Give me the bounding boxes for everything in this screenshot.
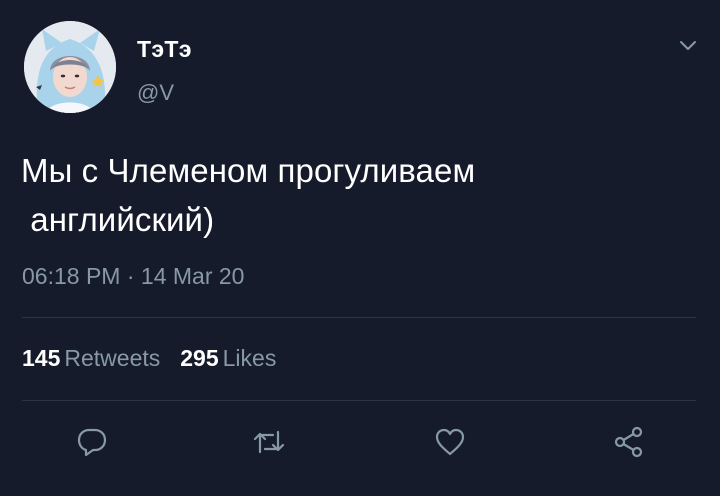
retweet-icon [253,430,285,454]
timestamp-separator: · [120,263,141,289]
tweet-timestamp[interactable]: 06:18 PM · 14 Mar 20 [22,263,244,290]
retweets-label: Retweets [64,345,161,371]
divider [22,317,696,318]
display-name[interactable]: ТэТэ [137,36,192,62]
reply-icon [77,428,107,457]
action-bar [0,422,720,462]
tweet-text-line: английский) [21,201,215,238]
reply-button[interactable] [72,422,112,462]
tweet-text: Мы с Члеменом прогуливаем английский) [21,146,681,244]
retweets-stat[interactable]: 145 Retweets [22,345,160,371]
likes-count: 295 [180,345,219,371]
tweet-stats: 145 Retweets 295 Likes [22,345,276,372]
user-handle[interactable]: @V [137,80,192,106]
tweet-text-line: Мы с Члеменом прогуливаем [21,152,476,189]
divider [22,400,696,401]
retweets-count: 145 [22,345,61,371]
tweet-date: 14 Mar 20 [140,263,245,289]
like-button[interactable] [430,422,470,462]
chevron-down-icon[interactable] [676,36,700,56]
retweet-button[interactable] [249,422,289,462]
author-block[interactable]: ТэТэ @V [137,36,192,106]
tweet-time: 06:18 PM [22,263,121,289]
likes-stat[interactable]: 295 Likes [180,345,276,371]
tweet-detail: ТэТэ @V Мы с Члеменом прогуливаем англий… [0,0,720,496]
likes-label: Likes [222,345,277,371]
share-icon [614,426,643,458]
avatar[interactable] [24,21,116,113]
share-button[interactable] [609,422,649,462]
profile-photo-icon [24,21,116,113]
heart-icon [435,428,465,456]
